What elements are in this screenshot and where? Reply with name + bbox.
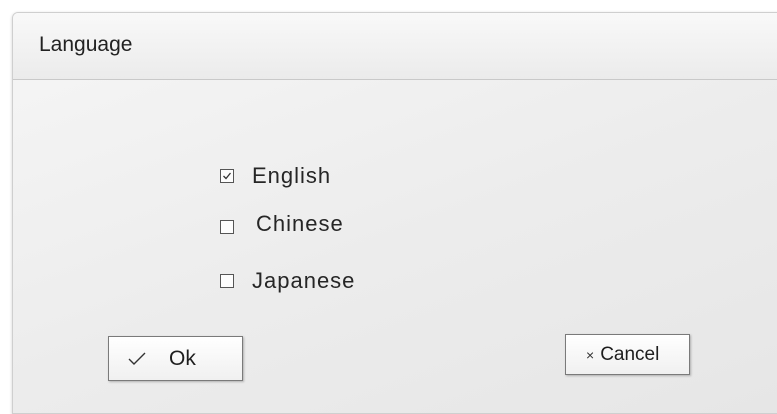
- language-dialog: Language English Chinese Japanese Ok × C…: [12, 12, 777, 414]
- ok-button[interactable]: Ok: [108, 336, 243, 381]
- chinese-checkbox[interactable]: [220, 220, 234, 234]
- option-english-label: English: [252, 163, 332, 188]
- cancel-button-label: Cancel: [600, 343, 660, 365]
- japanese-checkbox[interactable]: [220, 274, 234, 288]
- dialog-titlebar: Language: [13, 13, 777, 80]
- close-icon: ×: [586, 346, 595, 363]
- checkmark-icon: [223, 172, 232, 180]
- option-japanese-label: Japanese: [252, 268, 356, 293]
- option-japanese[interactable]: Japanese: [220, 268, 355, 294]
- checkmark-icon: [127, 351, 147, 367]
- english-checkbox[interactable]: [220, 169, 234, 183]
- option-chinese-label: Chinese: [256, 211, 344, 236]
- ok-button-label: Ok: [169, 346, 196, 370]
- option-english[interactable]: English: [220, 163, 331, 189]
- cancel-button[interactable]: × Cancel: [565, 334, 690, 375]
- option-chinese[interactable]: Chinese: [220, 211, 344, 237]
- dialog-title: Language: [39, 33, 133, 56]
